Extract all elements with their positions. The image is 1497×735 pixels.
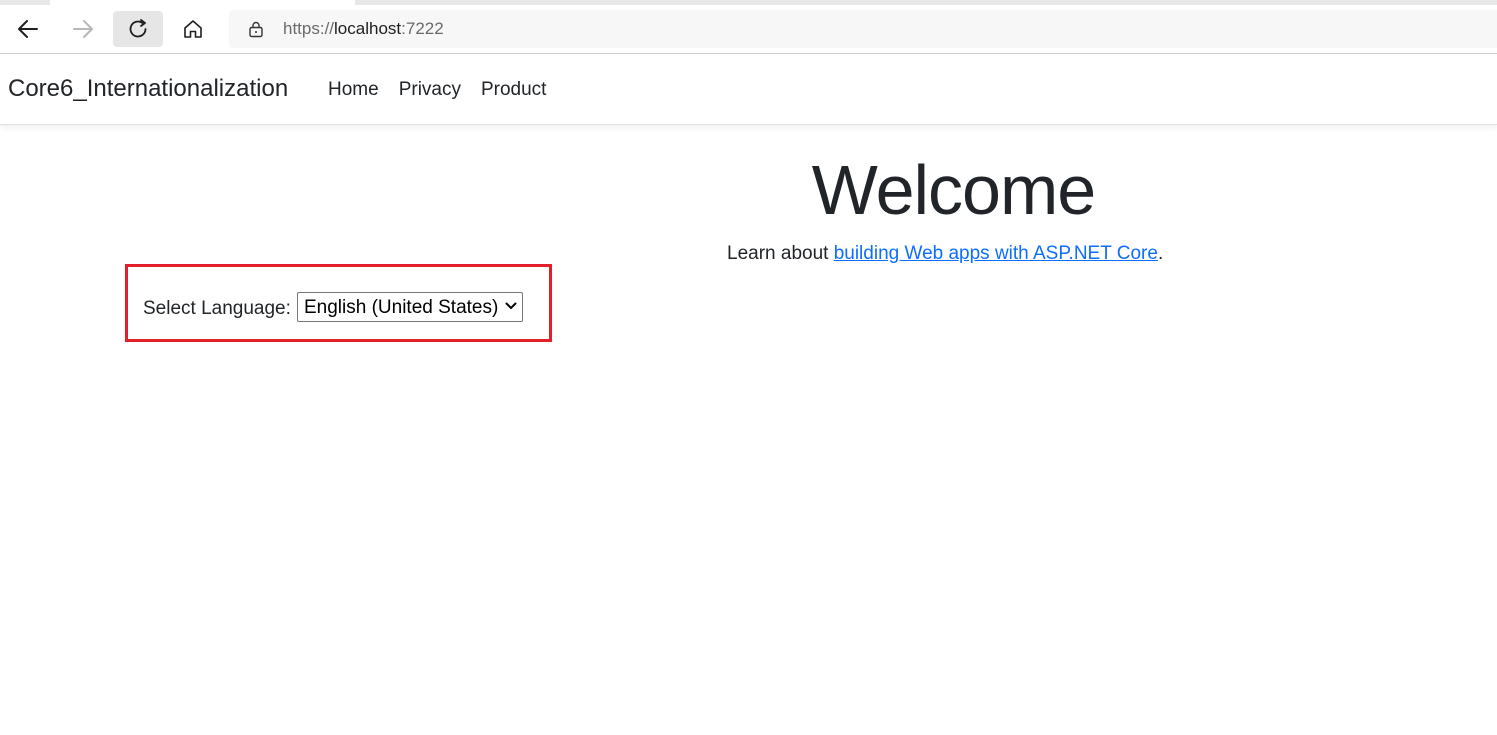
language-label: Select Language: [143, 298, 291, 319]
learn-prefix: Learn about [727, 243, 834, 264]
welcome-heading: Welcome [811, 151, 1096, 229]
language-select[interactable]: English (United States) [297, 292, 523, 322]
aspnet-docs-link[interactable]: building Web apps with ASP.NET Core [834, 243, 1158, 264]
learn-text: Learn about building Web apps with ASP.N… [727, 243, 1163, 265]
language-selector-highlight: Select Language: English (United States) [125, 264, 552, 342]
language-select-value: English (United States) [304, 297, 499, 318]
learn-suffix: . [1157, 243, 1164, 264]
main-content: Welcome Learn about building Web apps wi… [0, 0, 1497, 735]
chevron-down-icon [505, 302, 517, 309]
